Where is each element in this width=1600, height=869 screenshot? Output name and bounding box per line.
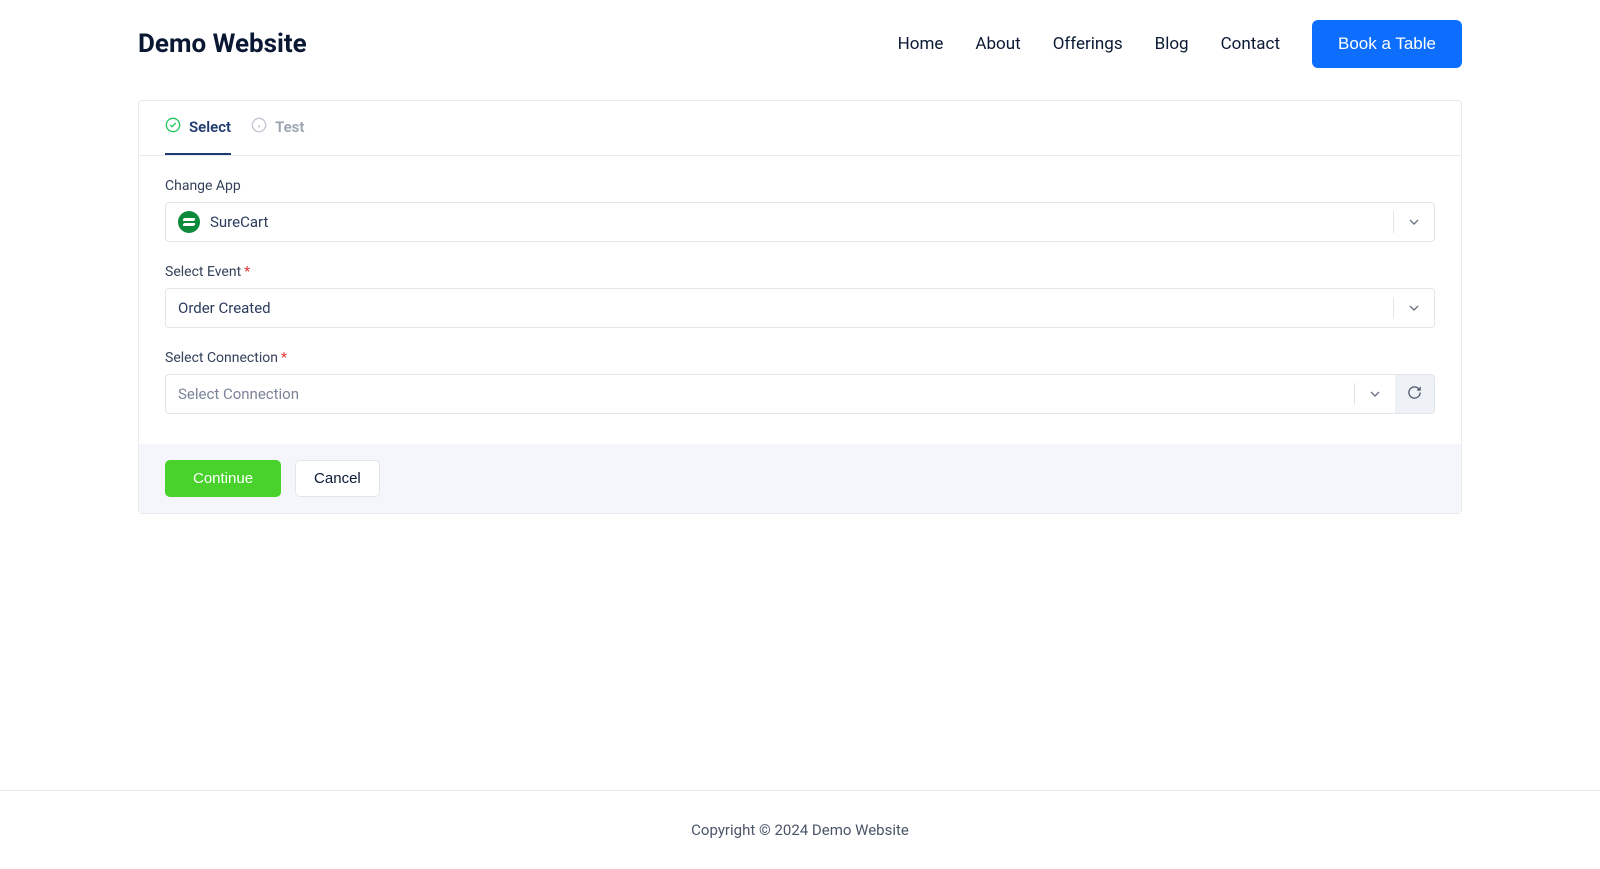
- field-select-event: Select Event* Order Created: [165, 264, 1435, 328]
- refresh-icon: [1407, 385, 1422, 403]
- select-connection-row: Select Connection: [165, 374, 1435, 414]
- tab-select-label: Select: [189, 118, 231, 136]
- panel-body: Change App SureCart Select Event*: [139, 156, 1461, 444]
- nav-link-home[interactable]: Home: [898, 34, 944, 54]
- select-change-app-value: SureCart: [210, 213, 268, 231]
- tab-test[interactable]: Test: [251, 101, 304, 155]
- select-change-app-row: SureCart: [165, 202, 1435, 242]
- continue-button[interactable]: Continue: [165, 460, 281, 497]
- select-change-app[interactable]: SureCart: [165, 202, 1435, 242]
- select-connection-content: Select Connection: [178, 385, 299, 403]
- label-select-event: Select Event*: [165, 264, 1435, 280]
- nav-link-about[interactable]: About: [975, 34, 1020, 54]
- nav-link-contact[interactable]: Contact: [1221, 34, 1280, 54]
- site-title: Demo Website: [138, 29, 307, 59]
- nav-links: Home About Offerings Blog Contact: [898, 34, 1280, 54]
- nav-link-blog[interactable]: Blog: [1155, 34, 1189, 54]
- required-asterisk: *: [281, 350, 287, 366]
- select-connection[interactable]: Select Connection: [165, 374, 1395, 414]
- footer-copyright: Copyright © 2024 Demo Website: [0, 821, 1600, 839]
- field-change-app: Change App SureCart: [165, 178, 1435, 242]
- select-event-content: Order Created: [178, 299, 271, 317]
- panel-footer: Continue Cancel: [139, 444, 1461, 513]
- required-asterisk: *: [244, 264, 250, 280]
- info-circle-icon: [251, 117, 267, 137]
- chevron-down-icon: [1354, 383, 1385, 405]
- nav-area: Home About Offerings Blog Contact Book a…: [898, 20, 1462, 68]
- label-change-app: Change App: [165, 178, 1435, 194]
- nav-link-offerings[interactable]: Offerings: [1053, 34, 1123, 54]
- cancel-button[interactable]: Cancel: [295, 460, 380, 497]
- check-circle-icon: [165, 117, 181, 137]
- label-select-connection: Select Connection*: [165, 350, 1435, 366]
- config-panel: Select Test Change App SureCart: [138, 100, 1462, 514]
- field-select-connection: Select Connection* Select Connection: [165, 350, 1435, 414]
- tabs: Select Test: [139, 101, 1461, 156]
- site-header: Demo Website Home About Offerings Blog C…: [0, 0, 1600, 88]
- select-event-value: Order Created: [178, 299, 271, 317]
- spacer: [0, 514, 1600, 790]
- select-event-row: Order Created: [165, 288, 1435, 328]
- select-event[interactable]: Order Created: [165, 288, 1435, 328]
- chevron-down-icon: [1393, 297, 1424, 319]
- select-connection-placeholder: Select Connection: [178, 385, 299, 403]
- tab-select[interactable]: Select: [165, 101, 231, 155]
- site-footer: Copyright © 2024 Demo Website: [0, 790, 1600, 869]
- refresh-button[interactable]: [1395, 374, 1435, 414]
- book-table-button[interactable]: Book a Table: [1312, 20, 1462, 68]
- select-change-app-content: SureCart: [178, 211, 268, 233]
- chevron-down-icon: [1393, 211, 1424, 233]
- surecart-icon: [178, 211, 200, 233]
- tab-test-label: Test: [275, 118, 304, 136]
